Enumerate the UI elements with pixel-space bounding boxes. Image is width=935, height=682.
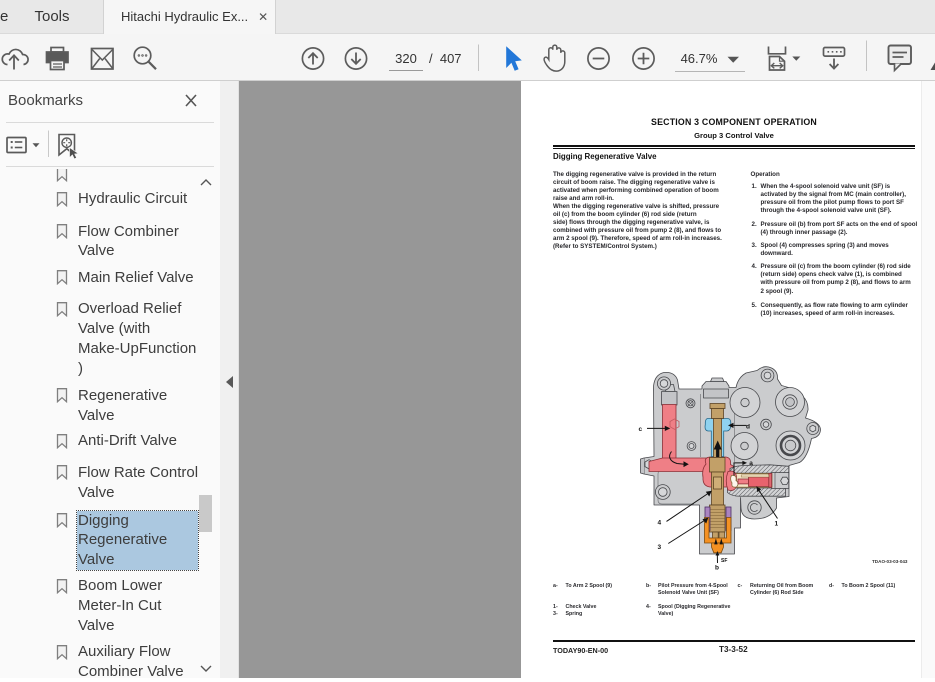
svg-text:b: b <box>715 565 719 572</box>
svg-text:3: 3 <box>658 544 662 551</box>
svg-text:a: a <box>749 460 753 467</box>
svg-text:d: d <box>746 423 750 430</box>
svg-text:SF: SF <box>721 558 727 564</box>
svg-text:4: 4 <box>658 520 662 527</box>
svg-text:1: 1 <box>775 521 779 528</box>
svg-text:c: c <box>639 426 643 433</box>
